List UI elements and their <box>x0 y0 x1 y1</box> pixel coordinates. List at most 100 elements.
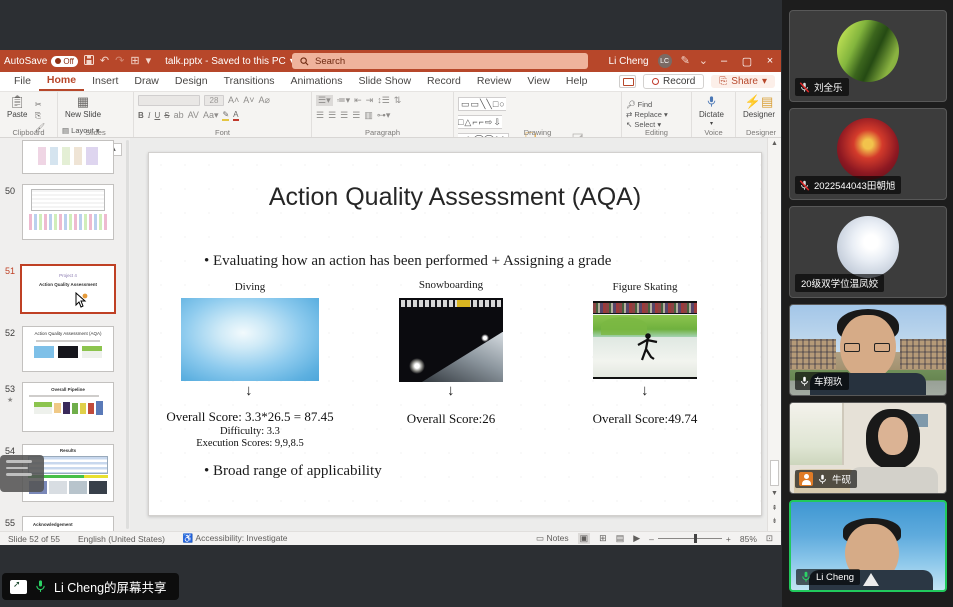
new-slide-button[interactable]: ▦New Slide <box>62 94 104 120</box>
zoom-out-icon[interactable]: – <box>649 534 654 544</box>
font-color-icon[interactable]: A <box>233 110 238 121</box>
zoom-slider[interactable]: – + <box>649 534 731 544</box>
previous-slide-button[interactable]: ⇞ <box>768 504 781 512</box>
grow-font-icon[interactable]: A˄ <box>228 95 239 105</box>
qat-customize-icon[interactable]: ▾ <box>146 56 152 67</box>
redo-icon[interactable]: ↷ <box>115 56 124 67</box>
participant-tile[interactable]: 牛砚 <box>789 402 947 494</box>
slide-thumb-49-partial[interactable] <box>22 140 114 174</box>
close-button[interactable]: × <box>763 55 777 67</box>
bullets-icon[interactable]: ☰▾ <box>316 95 333 106</box>
language-indicator[interactable]: English (United States) <box>78 534 165 544</box>
tab-file[interactable]: File <box>6 73 39 90</box>
dictate-button[interactable]: Dictate▾ <box>696 94 727 128</box>
font-size-input[interactable]: 28 <box>204 95 224 106</box>
record-button[interactable]: Record <box>643 74 704 89</box>
highlight-color-icon[interactable]: ✎ <box>222 110 229 121</box>
align-center-icon[interactable]: ☰ <box>328 110 336 121</box>
cut-icon[interactable]: ✂ <box>35 100 45 109</box>
scroll-up-icon[interactable]: ▲ <box>768 140 781 147</box>
char-spacing-icon[interactable]: AV <box>188 110 199 120</box>
slide-thumb-52[interactable]: Action Quality Assessment (AQA) <box>22 326 114 372</box>
font-name-input[interactable] <box>138 95 200 106</box>
tab-draw[interactable]: Draw <box>126 73 167 90</box>
participant-tile[interactable]: 2022544043田朝旭 <box>789 108 947 200</box>
avatar[interactable]: LC <box>658 54 672 68</box>
align-left-icon[interactable]: ☰ <box>316 110 324 121</box>
align-right-icon[interactable]: ☰ <box>340 110 348 121</box>
ribbon-display-icon[interactable]: ⌄ <box>699 56 708 67</box>
slide-counter[interactable]: Slide 52 of 55 <box>8 534 60 544</box>
undo-icon[interactable]: ↶ <box>100 56 109 67</box>
tab-animations[interactable]: Animations <box>283 73 351 90</box>
tab-help[interactable]: Help <box>558 73 596 90</box>
justify-icon[interactable]: ☰ <box>352 110 360 121</box>
minimize-button[interactable]: – <box>717 55 731 67</box>
normal-view-button[interactable]: ▣ <box>578 533 591 544</box>
tab-record[interactable]: Record <box>419 73 469 90</box>
reading-view-button[interactable]: ▤ <box>616 533 625 544</box>
zoom-in-icon[interactable]: + <box>726 534 731 544</box>
numbering-icon[interactable]: ≔▾ <box>337 95 351 106</box>
document-title[interactable]: talk.pptx - Saved to this PC▾ <box>165 56 295 67</box>
participant-tile[interactable]: 刘全乐 <box>789 10 947 102</box>
strikethrough-button[interactable]: S <box>164 111 169 120</box>
text-shadow-icon[interactable]: ab <box>174 110 184 120</box>
account-name[interactable]: Li Cheng <box>609 56 649 67</box>
notes-button[interactable]: ▭ Notes <box>536 533 569 544</box>
tab-slide-show[interactable]: Slide Show <box>351 73 420 90</box>
slide-sorter-button[interactable]: ⊞ <box>599 533 607 544</box>
next-slide-button[interactable]: ⇟ <box>768 517 781 525</box>
screen-share-banner[interactable]: Li Cheng的屏幕共享 <box>2 573 179 600</box>
grid-view-icon[interactable]: ⊞ <box>130 56 139 67</box>
zoom-slider-thumb[interactable] <box>694 534 697 543</box>
underline-button[interactable]: U <box>154 111 160 120</box>
line-spacing-icon[interactable]: ↕☰ <box>377 95 390 106</box>
autosave-toggle[interactable]: AutoSave Off <box>4 56 78 67</box>
replace-button[interactable]: ⇄ Replace ▾ <box>626 110 668 119</box>
text-direction-icon[interactable]: ⇅ <box>394 95 402 106</box>
italic-button[interactable]: I <box>148 111 151 120</box>
pen-icon[interactable]: ✎ <box>681 56 690 67</box>
copy-icon[interactable]: ⎘ <box>35 111 45 121</box>
slide-bullet-1[interactable]: • Evaluating how an action has been perf… <box>204 253 611 270</box>
zoom-level[interactable]: 85% <box>740 534 757 544</box>
slide-thumb-50[interactable] <box>22 184 114 240</box>
comments-icon[interactable] <box>619 75 636 88</box>
vertical-scrollbar[interactable]: ▲ ▼ ⇞ ⇟ <box>767 138 781 531</box>
participant-tile-active-speaker[interactable]: Li Cheng <box>789 500 947 592</box>
shrink-font-icon[interactable]: A˅ <box>243 95 254 105</box>
slide-thumb-55[interactable]: Acknowledgement <box>22 516 114 531</box>
save-icon[interactable] <box>84 55 94 68</box>
slide-title[interactable]: Action Quality Assessment (AQA) <box>149 183 761 212</box>
participant-tile[interactable]: 车翔玖 <box>789 304 947 396</box>
scroll-down-icon[interactable]: ▼ <box>768 490 781 497</box>
increase-indent-icon[interactable]: ⇥ <box>366 95 374 106</box>
decrease-indent-icon[interactable]: ⇤ <box>354 95 362 106</box>
bold-button[interactable]: B <box>138 111 144 120</box>
convert-smartart-icon[interactable]: ⊶▾ <box>377 110 391 121</box>
share-button[interactable]: ⎘Share▾ <box>711 75 775 88</box>
designer-button[interactable]: ⚡▤Designer <box>740 94 778 120</box>
clear-format-icon[interactable]: A⌀ <box>259 95 270 106</box>
paste-button[interactable]: 📋︎Paste <box>4 94 30 120</box>
tab-home[interactable]: Home <box>39 72 84 91</box>
maximize-button[interactable]: ▢ <box>740 55 754 68</box>
slide-bullet-2[interactable]: • Broad range of applicability <box>204 463 382 480</box>
change-case-icon[interactable]: Aa▾ <box>203 110 219 121</box>
slide-thumb-51-selected[interactable]: Project 4 Action Quality Assessment <box>20 264 116 314</box>
columns-icon[interactable]: ▥ <box>364 110 373 121</box>
tab-transitions[interactable]: Transitions <box>216 73 283 90</box>
slideshow-button[interactable]: ▶ <box>633 533 640 544</box>
scrollbar-thumb[interactable] <box>770 460 779 486</box>
tab-view[interactable]: View <box>519 73 558 90</box>
slide-52[interactable]: Action Quality Assessment (AQA) • Evalua… <box>148 152 762 516</box>
find-button[interactable]: 🔎︎ Find <box>626 100 668 109</box>
thumbnail-scrollbar[interactable] <box>126 140 129 529</box>
tab-design[interactable]: Design <box>167 73 216 90</box>
accessibility-status[interactable]: ♿ Accessibility: Investigate <box>183 533 288 544</box>
tab-review[interactable]: Review <box>469 73 519 90</box>
tab-insert[interactable]: Insert <box>84 73 126 90</box>
fit-slide-icon[interactable]: ⊡ <box>766 533 773 544</box>
participant-tile[interactable]: 20级双学位温凤姣 <box>789 206 947 298</box>
